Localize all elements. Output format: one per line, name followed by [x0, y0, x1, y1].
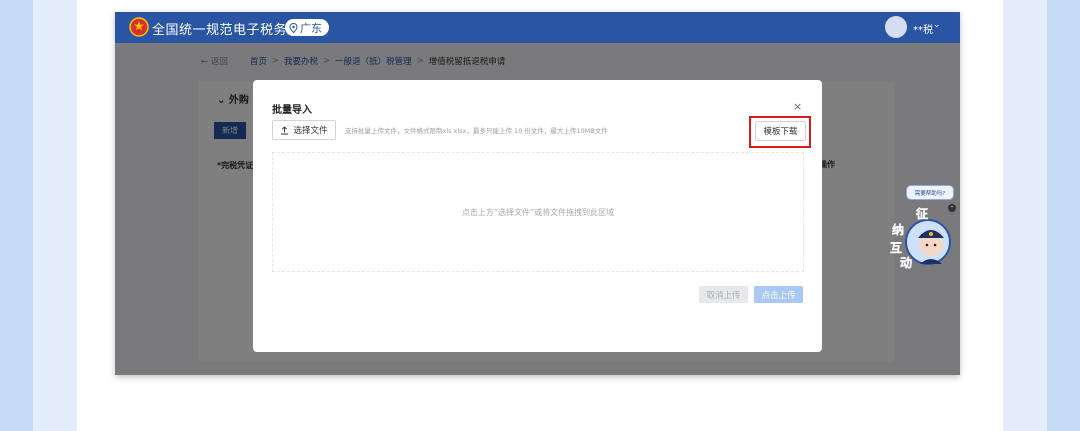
choose-file-label: 选择文件	[293, 126, 328, 136]
assistant-avatar-icon[interactable]: 征 纳 互 动	[888, 204, 952, 270]
region-label: 广东	[300, 21, 322, 35]
minimize-icon[interactable]: -	[948, 204, 956, 212]
file-drop-zone[interactable]: 点击上方“选择文件”或将文件拖拽到此区域	[272, 152, 804, 272]
upload-icon	[281, 125, 289, 134]
chevron-down-icon[interactable]: ⌄	[933, 20, 941, 30]
page-border-right	[1047, 0, 1080, 431]
template-download-button[interactable]: 模板下载	[755, 121, 806, 141]
dialog-title: 批量导入	[272, 105, 312, 116]
assistant-tooltip[interactable]: 需要帮助吗?	[906, 185, 954, 200]
page-margin-right	[1003, 0, 1047, 431]
location-pin-icon	[289, 22, 298, 33]
assistant-char-3: 互	[890, 241, 902, 255]
assistant-char-2: 纳	[892, 222, 904, 237]
upload-button[interactable]: 点击上传	[754, 286, 803, 303]
upload-hint-text: 支持批量上传文件，文件格式限制xls xlsx，最多只能上传 10 份文件，最大…	[345, 127, 608, 135]
app-title: 全国统一规范电子税务局	[152, 23, 301, 38]
tax-portal-screenshot: 全国统一规范电子税务局 广东 **税 ⌄ ← 返回 首页 > 我要办税 > 一般…	[115, 12, 960, 375]
avatar[interactable]	[885, 16, 907, 38]
user-name[interactable]: **税	[913, 21, 933, 36]
region-selector[interactable]: 广东	[285, 19, 329, 36]
cancel-upload-button[interactable]: 取消上传	[699, 286, 748, 303]
page-border-left	[0, 0, 33, 431]
national-emblem-icon	[129, 17, 149, 37]
batch-import-dialog: 批量导入 × 选择文件 支持批量上传文件，文件格式限制xls xlsx，最多只能…	[253, 80, 822, 352]
choose-file-button[interactable]: 选择文件	[272, 120, 336, 140]
top-navigation-bar: 全国统一规范电子税务局 广东 **税 ⌄	[115, 12, 960, 43]
drop-zone-text: 点击上方“选择文件”或将文件拖拽到此区域	[461, 207, 615, 217]
assistant-char-1: 征	[916, 206, 928, 221]
assistant-char-4: 动	[900, 256, 912, 270]
close-icon[interactable]: ×	[793, 100, 802, 113]
page-margin-left	[33, 0, 77, 431]
